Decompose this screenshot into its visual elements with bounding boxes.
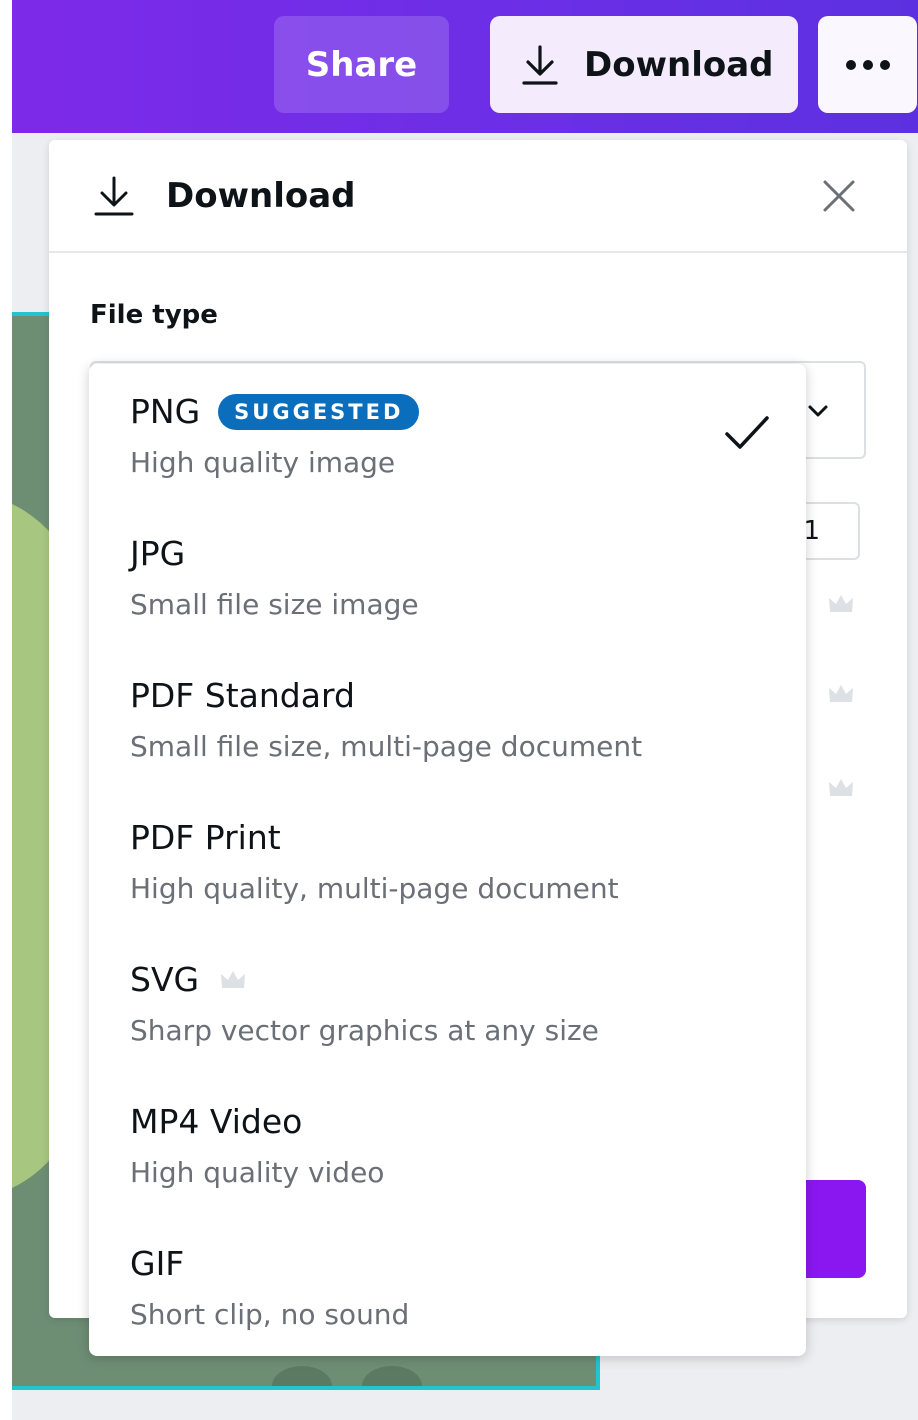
option-name: PDF Standard xyxy=(130,676,355,715)
option-name: MP4 Video xyxy=(130,1102,303,1141)
crown-icon xyxy=(219,968,247,992)
chevron-down-icon xyxy=(808,405,828,417)
option-pdf-standard[interactable]: PDF Standard Small file size, multi-page… xyxy=(89,648,806,790)
download-icon xyxy=(94,176,134,215)
option-description: Small file size, multi-page document xyxy=(130,730,643,763)
option-name: JPG xyxy=(130,534,186,573)
option-png[interactable]: PNG SUGGESTED High quality image xyxy=(89,364,806,506)
option-description: Small file size image xyxy=(130,588,419,621)
crown-icon xyxy=(829,685,853,702)
option-name-row: PNG SUGGESTED xyxy=(130,392,420,431)
file-type-dropdown: PNG SUGGESTED High quality image JPG Sma… xyxy=(89,364,806,1356)
top-bar: Share Download xyxy=(12,0,918,133)
more-options-button[interactable] xyxy=(818,16,917,113)
option-name: PNG xyxy=(130,392,201,431)
option-description: High quality video xyxy=(130,1156,385,1189)
option-name: SVG xyxy=(130,960,200,999)
option-name-row: PDF Standard xyxy=(130,676,355,715)
option-name-row: MP4 Video xyxy=(130,1102,302,1141)
close-icon[interactable] xyxy=(819,176,859,216)
option-name: PDF Print xyxy=(130,818,281,857)
share-button-label: Share xyxy=(305,44,418,85)
more-horizontal-icon xyxy=(845,59,890,70)
option-description: Short clip, no sound xyxy=(130,1298,410,1331)
option-svg[interactable]: SVG Sharp vector graphics at any size xyxy=(89,932,806,1074)
option-name-row: SVG xyxy=(130,960,247,999)
option-pdf-print[interactable]: PDF Print High quality, multi-page docum… xyxy=(89,790,806,932)
canvas-decoration xyxy=(272,1366,532,1386)
option-jpg[interactable]: JPG Small file size image xyxy=(89,506,806,648)
option-name-row: GIF xyxy=(130,1244,184,1283)
option-name: GIF xyxy=(130,1244,185,1283)
share-button[interactable]: Share xyxy=(274,16,449,113)
file-type-label: File type xyxy=(90,300,218,330)
option-description: Sharp vector graphics at any size xyxy=(130,1014,599,1047)
suggested-badge: SUGGESTED xyxy=(218,393,420,430)
left-strip xyxy=(0,0,12,1420)
option-description: High quality image xyxy=(130,446,396,479)
crown-icon xyxy=(829,595,853,612)
panel-title: Download xyxy=(166,175,356,216)
option-description: High quality, multi-page document xyxy=(130,872,619,905)
option-name-row: PDF Print xyxy=(130,818,281,857)
checkmark-icon xyxy=(725,416,769,449)
option-name-row: JPG xyxy=(130,534,185,573)
crown-icon xyxy=(829,779,853,796)
option-gif[interactable]: GIF Short clip, no sound xyxy=(89,1216,806,1358)
option-mp4-video[interactable]: MP4 Video High quality video xyxy=(89,1074,806,1216)
download-icon xyxy=(522,44,558,85)
download-button[interactable]: Download xyxy=(490,16,798,113)
download-button-label: Download xyxy=(584,44,774,85)
download-panel-header: Download xyxy=(49,140,907,253)
